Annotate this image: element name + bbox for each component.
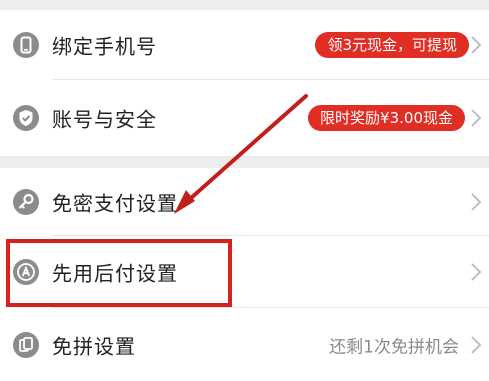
chevron-right-icon bbox=[471, 109, 482, 127]
top-gap bbox=[0, 0, 489, 10]
account-security-row[interactable]: 账号与安全 限时奖励¥3.00现金 bbox=[0, 80, 489, 156]
bind-phone-row[interactable]: 绑定手机号 领3元现金，可提现 bbox=[0, 10, 489, 80]
chevron-right-icon bbox=[471, 36, 482, 54]
shield-check-icon bbox=[13, 105, 39, 131]
free-group-label: 免拼设置 bbox=[52, 334, 136, 358]
account-security-reward-badge: 限时奖励¥3.00现金 bbox=[308, 105, 465, 131]
phone-icon bbox=[13, 32, 39, 58]
bind-phone-reward-badge: 领3元现金，可提现 bbox=[315, 32, 469, 58]
free-group-icon bbox=[13, 331, 39, 358]
password-free-pay-row[interactable]: 免密支付设置 bbox=[0, 168, 489, 236]
bind-phone-label: 绑定手机号 bbox=[52, 34, 157, 59]
key-icon bbox=[13, 189, 39, 215]
free-group-row[interactable]: 免拼设置 还剩1次免拼机会 bbox=[0, 308, 489, 381]
free-group-remaining-hint: 还剩1次免拼机会 bbox=[329, 337, 459, 357]
chevron-right-icon bbox=[471, 263, 482, 281]
section-gap bbox=[0, 156, 489, 168]
chevron-right-icon bbox=[471, 193, 482, 211]
chevron-right-icon bbox=[471, 335, 482, 354]
account-security-label: 账号与安全 bbox=[52, 107, 157, 132]
annotation-highlight-box bbox=[6, 239, 232, 307]
password-free-pay-label: 免密支付设置 bbox=[52, 191, 178, 216]
